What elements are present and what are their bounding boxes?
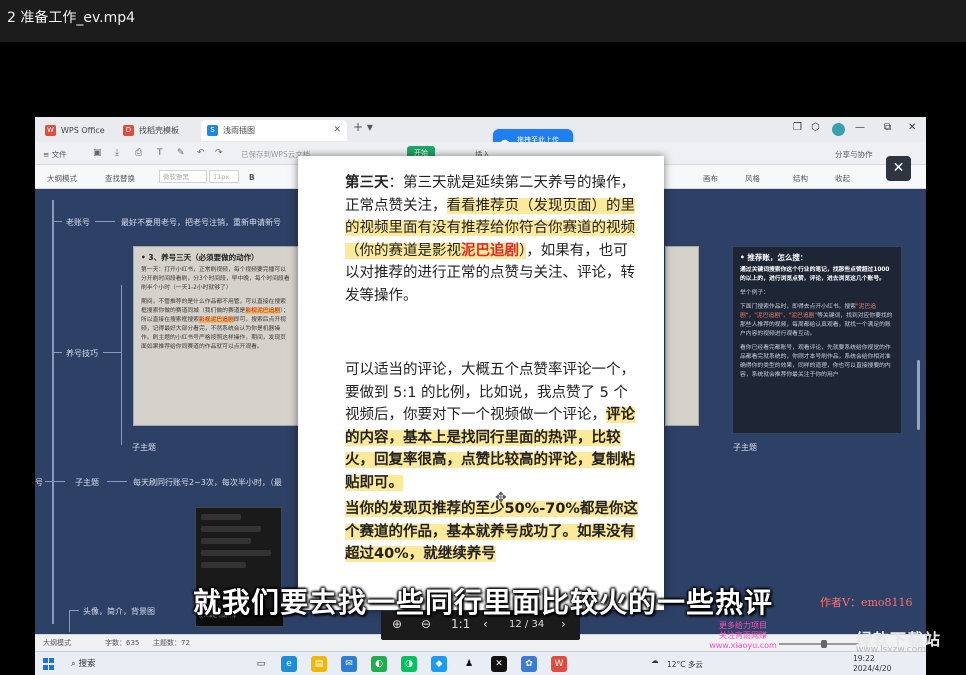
card-title: • 3、养号三天（必须要做的动作） — [141, 253, 259, 262]
status-word-count: 字数：635 — [105, 639, 140, 647]
player-title: 2 准备工作_ev.mp4 — [0, 0, 966, 42]
branch-line — [95, 221, 115, 222]
branch-line — [107, 481, 127, 482]
card-paragraph: 第一天：打开小红书，正常刷视频，每个视频要完播可以分开刷时间段看刷，分3个时间段… — [141, 267, 290, 291]
note-card-partial[interactable] — [665, 246, 699, 426]
avatar[interactable] — [832, 123, 845, 136]
card-paragraph: 举个例子： — [740, 290, 769, 296]
clock-time[interactable]: 19:22 — [853, 654, 875, 663]
new-tab-icon[interactable]: + ▾ — [353, 120, 373, 134]
capcut-icon[interactable]: ✕ — [491, 656, 507, 672]
docer-icon: D — [123, 125, 134, 136]
node-sub-topic[interactable]: 子主题 — [132, 442, 156, 453]
font-family-select[interactable]: 微软雅黑 — [159, 170, 207, 183]
weather-icon: ☁ — [651, 656, 659, 665]
folder-icon[interactable]: ▤ — [311, 656, 327, 672]
taskbar-search[interactable]: ⌕ 搜索 — [71, 657, 95, 669]
format-icon[interactable]: T — [157, 148, 163, 158]
outline-mode-button[interactable]: 大纲模式 — [47, 173, 77, 184]
card-paragraph: 看你已经看完都账号，观看评论，先就要系统给你视觉的作品都看完就系统的，你刚才本号… — [740, 345, 891, 378]
pdf-paragraph-comments: 可以适当的评论，大概五个点赞率评论一个，要做到 5:1 的比例，比如说，我点赞了… — [345, 362, 635, 491]
windows-taskbar: ⌕ 搜索 ▭ e ▤ ✉ ◐ ◑ ◆ ♟ ✕ ✿ W ☁ 12°C 多云 19:… — [35, 651, 926, 675]
clock-date[interactable]: 2024/4/20 — [853, 664, 891, 673]
cube-icon[interactable]: ⬡ — [811, 122, 820, 133]
status-outline[interactable]: 大纲模式 — [43, 635, 71, 651]
author-watermark: 作者V：emo8116 — [820, 596, 913, 609]
font-size-select[interactable]: 11px — [209, 170, 239, 183]
branch-line — [52, 221, 62, 222]
card-paragraph: 下面门搜索作品时，即得去点开小红书。搜索"泥巴追剧"，"泥巴追剧"，"泥巴追剧"… — [740, 304, 893, 337]
card-paragraph: 期间，不管推荐的是什么作品都不用管，可以直接在搜索框搜索你做的赛道同城（我们做的… — [141, 299, 289, 350]
note-card-search[interactable]: • 推荐账，怎么搜： 通过关键词搜索你这个行业的笔记，找那些点赞超过1000的以… — [732, 246, 902, 434]
style-button[interactable]: 风格 — [745, 173, 760, 184]
wps-icon: W — [45, 125, 56, 136]
tab-active-doc[interactable]: S 浅雨插图 ✕ — [201, 120, 347, 141]
structure-button[interactable]: 结构 — [793, 173, 808, 184]
brush-icon[interactable]: ✎ — [177, 148, 185, 158]
wps-tabbar: W WPS Office D 找稻壳模板 S 浅雨插图 ✕ + ▾ ❐ ⬡ — … — [35, 117, 926, 142]
tab-templates[interactable]: D 找稻壳模板 — [117, 120, 199, 141]
close-window-icon[interactable]: ✕ — [908, 122, 916, 133]
close-preview-button[interactable]: ✕ — [886, 156, 911, 181]
collapse-button[interactable]: 收起 — [835, 173, 850, 184]
zoom-slider-handle[interactable] — [821, 640, 827, 648]
wps-taskbar-icon[interactable]: W — [551, 656, 567, 672]
branch-line — [45, 481, 65, 482]
node-old-account-desc[interactable]: 最好不要用老号，把老号注销，重新申请新号 — [121, 217, 281, 228]
bold-icon[interactable]: B — [249, 173, 255, 182]
tab-label: 找稻壳模板 — [139, 126, 179, 135]
task-view-icon[interactable]: ▭ — [253, 656, 269, 672]
share-button[interactable]: 分享与协作 — [835, 149, 873, 160]
pdf-paragraph-success: 当你的发现页推荐的至少50%-70%都是你这个赛道的作品，基本就养号成功了。如果… — [345, 501, 638, 562]
pdf-paragraph-day3: 第三天：第三天就是延续第二天养号的操作，正常点赞关注，看看推荐页（发现页面）的里… — [345, 175, 635, 304]
status-topic-count: 主题数：72 — [153, 639, 190, 647]
restore-icon[interactable]: ⧉ — [884, 122, 891, 133]
export-icon[interactable]: ⤓ — [115, 148, 119, 158]
vertical-scrollbar[interactable] — [917, 360, 920, 430]
save-icon[interactable]: ▣ — [93, 148, 102, 158]
windows-start-icon[interactable] — [43, 658, 55, 670]
zoom-slider-track[interactable] — [779, 643, 859, 645]
branch-line — [121, 285, 122, 445]
feishu-icon[interactable]: ◆ — [431, 656, 447, 672]
node-sub-topic[interactable]: 子主题 — [75, 477, 99, 488]
card-paragraph: 通过关键词搜索你这个行业的笔记，找那些点赞超过1000的以上的，进行浏览点赞，评… — [740, 267, 890, 282]
pdf-page[interactable]: 第三天：第三天就是延续第二天养号的操作，正常点赞关注，看看推荐页（发现页面）的里… — [298, 156, 664, 610]
find-replace-button[interactable]: 查找替换 — [105, 173, 135, 184]
mindmap-spine — [52, 200, 54, 624]
menu-file[interactable]: ≡ 文件 — [43, 149, 67, 160]
promo-watermark: 更多给力项目 关注宵雨网赚 www.xiaoyu.com — [709, 621, 777, 650]
site-logo-url: www.lsxzw.com — [856, 645, 926, 655]
minimize-icon[interactable]: — — [855, 122, 865, 133]
close-tab-icon[interactable]: ✕ — [333, 120, 341, 141]
print-icon[interactable]: ⎙ — [135, 148, 142, 158]
node-technique[interactable]: 养号技巧 — [66, 348, 98, 359]
weather-text: 12°C 多云 — [667, 660, 703, 669]
branch-line — [52, 352, 62, 353]
edge-icon[interactable]: e — [281, 656, 297, 672]
app-icon[interactable]: ✿ — [521, 656, 537, 672]
tab-label: 浅雨插图 — [223, 126, 255, 135]
wechat-icon[interactable]: ◑ — [401, 656, 417, 672]
qq-icon[interactable]: ♟ — [461, 656, 477, 672]
tab-wps-office[interactable]: W WPS Office — [39, 120, 115, 141]
tab-label: WPS Office — [61, 126, 105, 135]
window-icon[interactable]: ❐ — [793, 122, 802, 133]
node-sub-topic[interactable]: 子主题 — [733, 442, 757, 453]
node-fragment: 号 — [35, 478, 43, 487]
undo-icon[interactable]: ↶ — [197, 148, 205, 158]
move-cursor-icon: ✥ — [495, 490, 507, 506]
node-old-account[interactable]: 老账号 — [66, 217, 90, 228]
canvas-button[interactable]: 画布 — [703, 173, 718, 184]
mail-icon[interactable]: ✉ — [341, 656, 357, 672]
mindmap-icon: S — [207, 125, 218, 136]
branch-line — [103, 352, 121, 353]
card-title: • 推荐账，怎么搜： — [740, 253, 808, 262]
note-card-raise-account[interactable]: • 3、养号三天（必须要做的动作） 第一天：打开小红书，正常刷视频，每个视频要完… — [133, 246, 299, 426]
wechat-work-icon[interactable]: ◐ — [371, 656, 387, 672]
redo-icon[interactable]: ↷ — [215, 148, 223, 158]
node-sub-topic-desc[interactable]: 每天刷同行账号2~3次，每次半小时，（最 — [133, 477, 282, 488]
